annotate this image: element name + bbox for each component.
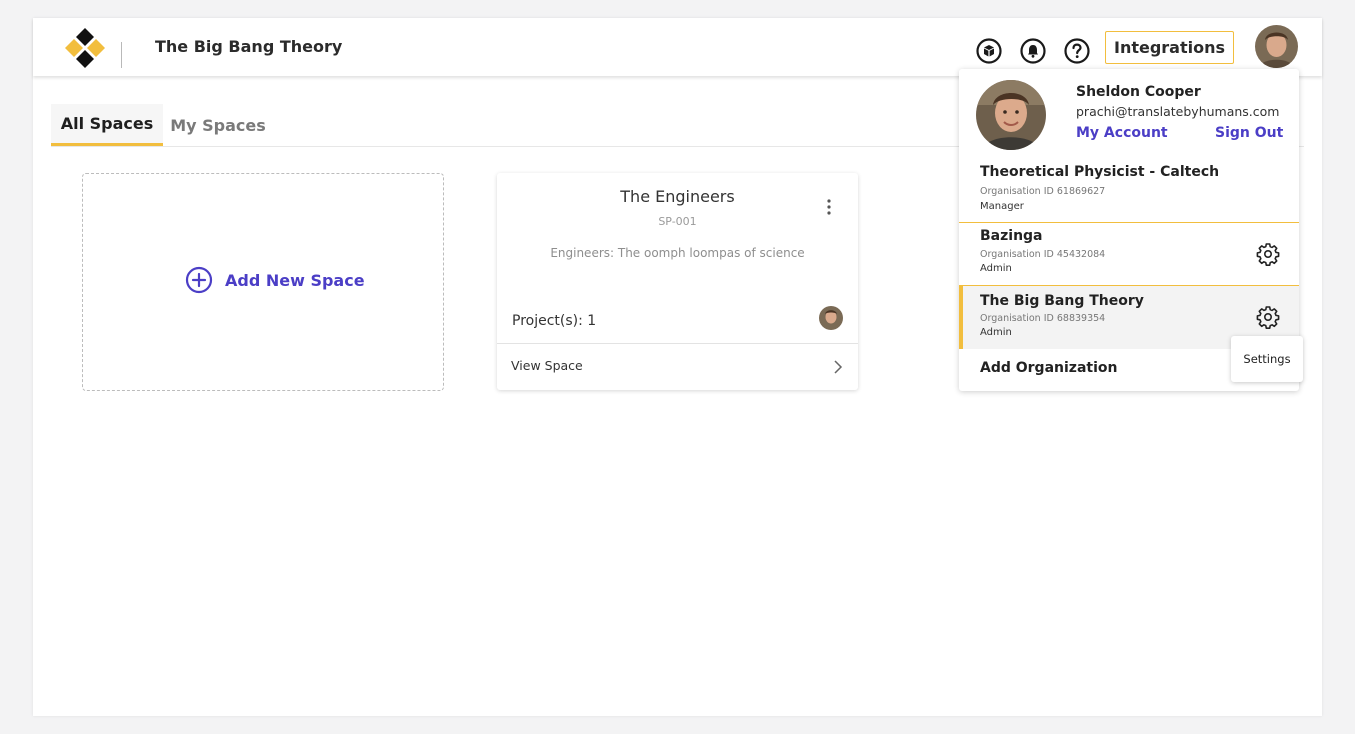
header-divider bbox=[121, 42, 122, 68]
integrations-button[interactable]: Integrations bbox=[1105, 31, 1234, 64]
org-role: Admin bbox=[980, 263, 1012, 274]
chevron-right-icon bbox=[834, 360, 843, 374]
org-name: Theoretical Physicist - Caltech bbox=[980, 164, 1220, 180]
sign-out-link[interactable]: Sign Out bbox=[1215, 125, 1283, 141]
add-organization-link[interactable]: Add Organization bbox=[980, 360, 1117, 376]
help-icon[interactable] bbox=[1063, 37, 1091, 65]
org-role: Admin bbox=[980, 327, 1012, 338]
project-count: Project(s): 1 bbox=[512, 313, 597, 329]
selected-indicator bbox=[959, 286, 963, 349]
view-space-label: View Space bbox=[511, 358, 583, 373]
org-id: Organisation ID 45432084 bbox=[980, 249, 1106, 260]
org-name: Bazinga bbox=[980, 228, 1043, 244]
top-header: The Big Bang Theory Integrations bbox=[33, 18, 1322, 76]
settings-tooltip: Settings bbox=[1231, 336, 1303, 382]
profile-photo-icon bbox=[976, 80, 1046, 150]
member-avatar bbox=[819, 306, 843, 330]
member-photo-icon bbox=[819, 306, 843, 330]
space-card: The Engineers SP-001 Engineers: The oomp… bbox=[497, 173, 858, 390]
gear-icon[interactable] bbox=[1256, 242, 1280, 266]
more-options-icon[interactable] bbox=[823, 197, 835, 217]
bell-icon[interactable] bbox=[1019, 37, 1047, 65]
org-id: Organisation ID 61869627 bbox=[980, 186, 1106, 197]
org-id: Organisation ID 68839354 bbox=[980, 313, 1106, 324]
add-new-space-content: Add New Space bbox=[185, 266, 365, 294]
space-title: The Engineers bbox=[620, 187, 735, 206]
user-email: prachi@translatebyhumans.com bbox=[1076, 104, 1280, 119]
add-new-space-label: Add New Space bbox=[225, 270, 365, 290]
space-description: Engineers: The oomph loompas of science bbox=[550, 246, 805, 260]
plus-circle-icon bbox=[185, 266, 213, 294]
box-icon[interactable] bbox=[975, 37, 1003, 65]
org-item-caltech[interactable]: Theoretical Physicist - Caltech Organisa… bbox=[959, 157, 1299, 222]
add-new-space-card[interactable]: Add New Space bbox=[82, 173, 444, 391]
current-org-title: The Big Bang Theory bbox=[155, 37, 343, 56]
org-role: Manager bbox=[980, 201, 1024, 212]
user-photo-icon bbox=[1255, 25, 1298, 68]
view-space-link[interactable]: View Space bbox=[497, 344, 858, 390]
user-avatar[interactable] bbox=[1255, 25, 1298, 68]
org-item-bazinga[interactable]: Bazinga Organisation ID 45432084 Admin bbox=[959, 223, 1299, 285]
gear-icon[interactable] bbox=[1256, 305, 1280, 329]
org-name: The Big Bang Theory bbox=[980, 293, 1144, 309]
space-code: SP-001 bbox=[658, 215, 697, 228]
user-name: Sheldon Cooper bbox=[1076, 84, 1201, 100]
brand-logo[interactable] bbox=[63, 26, 107, 70]
tab-my-spaces[interactable]: My Spaces bbox=[168, 104, 268, 146]
tab-all-spaces[interactable]: All Spaces bbox=[51, 104, 163, 146]
profile-photo bbox=[976, 80, 1046, 150]
my-account-link[interactable]: My Account bbox=[1076, 125, 1168, 141]
